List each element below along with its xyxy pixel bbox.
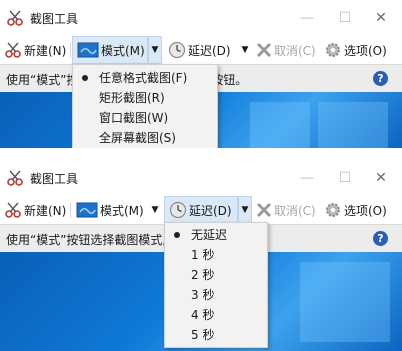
gear-icon	[326, 203, 340, 217]
scissors-icon	[5, 42, 21, 58]
menu-item-label: 全屏幕截图(S)	[99, 131, 176, 145]
menu-item-label: 矩形截图(R)	[99, 91, 165, 105]
toolbar: 新建(N) 模式(M) ▼ 延迟(D) ▼ 取消(C) 选项(O)	[0, 36, 402, 64]
delay-button[interactable]: 延迟(D)	[164, 196, 238, 224]
mode-label: 模式(M)	[101, 43, 145, 58]
maximize-button[interactable]: ☐	[328, 5, 362, 31]
mode-menu: 任意格式截图(F) 矩形截图(R) 窗口截图(W) 全屏幕截图(S)	[72, 64, 218, 148]
screenshot-delay-menu: 截图工具 — ☐ ✕ 新建(N) 模式(M) ▼ 延迟(D) ▼ 取消(C) 选…	[0, 160, 402, 351]
cancel-label: 取消(C)	[274, 203, 316, 218]
delay-label: 延迟(D)	[189, 203, 232, 218]
toolbar-separator	[70, 42, 71, 58]
menu-item-label: 5 秒	[191, 328, 215, 342]
x-icon	[256, 202, 272, 218]
options-label: 选项(O)	[344, 203, 387, 218]
delay-dropdown-arrow[interactable]: ▼	[238, 196, 252, 224]
scissors-icon	[7, 10, 23, 26]
menu-item-no-delay[interactable]: 无延迟	[165, 225, 267, 245]
menu-item-label: 1 秒	[191, 248, 215, 262]
menu-item-2-seconds[interactable]: 2 秒	[165, 265, 267, 285]
options-button[interactable]: 选项(O)	[324, 196, 396, 224]
screenshot-mode-icon	[77, 42, 99, 58]
menu-item-label: 窗口截图(W)	[99, 111, 169, 125]
menu-item-label: 无延迟	[191, 228, 228, 242]
scissors-icon	[7, 170, 23, 186]
status-text: 使用“模式”按钮选择截图模式,	[6, 233, 167, 247]
screenshot-mode-icon	[76, 202, 98, 218]
mode-dropdown-arrow[interactable]: ▼	[148, 36, 162, 64]
new-button[interactable]: 新建(N)	[4, 196, 68, 224]
x-icon	[256, 42, 272, 58]
toolbar-separator	[70, 202, 71, 218]
clock-icon	[168, 41, 186, 59]
menu-item-3-seconds[interactable]: 3 秒	[165, 285, 267, 305]
cancel-label: 取消(C)	[274, 43, 316, 58]
menu-item-label: 2 秒	[191, 268, 215, 282]
menu-item-window[interactable]: 窗口截图(W)	[73, 108, 217, 128]
window-pane	[250, 102, 310, 148]
clock-icon	[169, 201, 187, 219]
menu-item-fullscreen[interactable]: 全屏幕截图(S)	[73, 128, 217, 148]
mode-button[interactable]: 模式(M)	[76, 196, 148, 224]
cancel-button[interactable]: 取消(C)	[256, 36, 320, 64]
window-title: 截图工具	[30, 172, 79, 186]
delay-dropdown-arrow[interactable]: ▼	[238, 36, 252, 64]
mode-label: 模式(M)	[100, 203, 144, 218]
window-title: 截图工具	[30, 12, 79, 26]
menu-item-label: 4 秒	[191, 308, 215, 322]
close-button[interactable]: ✕	[364, 165, 398, 191]
options-button[interactable]: 选项(O)	[324, 36, 396, 64]
help-icon[interactable]: ?	[373, 71, 388, 86]
scissors-icon	[5, 202, 21, 218]
menu-item-label: 3 秒	[191, 288, 215, 302]
cancel-button[interactable]: 取消(C)	[256, 196, 320, 224]
menu-item-1-second[interactable]: 1 秒	[165, 245, 267, 265]
new-button[interactable]: 新建(N)	[4, 36, 68, 64]
window-pane	[318, 102, 388, 148]
window-pane	[300, 262, 390, 342]
new-label: 新建(N)	[24, 203, 67, 218]
maximize-button[interactable]: ☐	[328, 165, 362, 191]
menu-item-4-seconds[interactable]: 4 秒	[165, 305, 267, 325]
mode-button[interactable]: 模式(M)	[72, 36, 148, 64]
mode-dropdown-arrow[interactable]: ▼	[148, 196, 162, 224]
minimize-button[interactable]: —	[290, 165, 324, 191]
menu-item-5-seconds[interactable]: 5 秒	[165, 325, 267, 345]
screenshot-mode-menu: 截图工具 — ☐ ✕ 新建(N) 模式(M) ▼ 延迟(D) ▼ 取消(C) 选…	[0, 0, 402, 148]
title-bar: 截图工具 — ☐ ✕	[0, 160, 402, 196]
toolbar: 新建(N) 模式(M) ▼ 延迟(D) ▼ 取消(C) 选项(O)	[0, 196, 402, 224]
delay-menu: 无延迟 1 秒 2 秒 3 秒 4 秒 5 秒	[164, 222, 268, 348]
status-text-prefix: 使用“模式”按	[6, 73, 79, 87]
title-bar: 截图工具 — ☐ ✕	[0, 0, 402, 36]
help-icon[interactable]: ?	[373, 231, 388, 246]
minimize-button[interactable]: —	[290, 5, 324, 31]
menu-item-freeform[interactable]: 任意格式截图(F)	[73, 68, 217, 88]
menu-item-rectangle[interactable]: 矩形截图(R)	[73, 88, 217, 108]
selected-bullet-icon	[82, 75, 88, 81]
gear-icon	[326, 43, 340, 57]
delay-button[interactable]: 延迟(D)	[168, 36, 244, 64]
close-button[interactable]: ✕	[364, 5, 398, 31]
new-label: 新建(N)	[24, 43, 67, 58]
selected-bullet-icon	[174, 232, 180, 238]
delay-label: 延迟(D)	[188, 43, 231, 58]
options-label: 选项(O)	[344, 43, 387, 58]
menu-item-label: 任意格式截图(F)	[99, 71, 188, 85]
